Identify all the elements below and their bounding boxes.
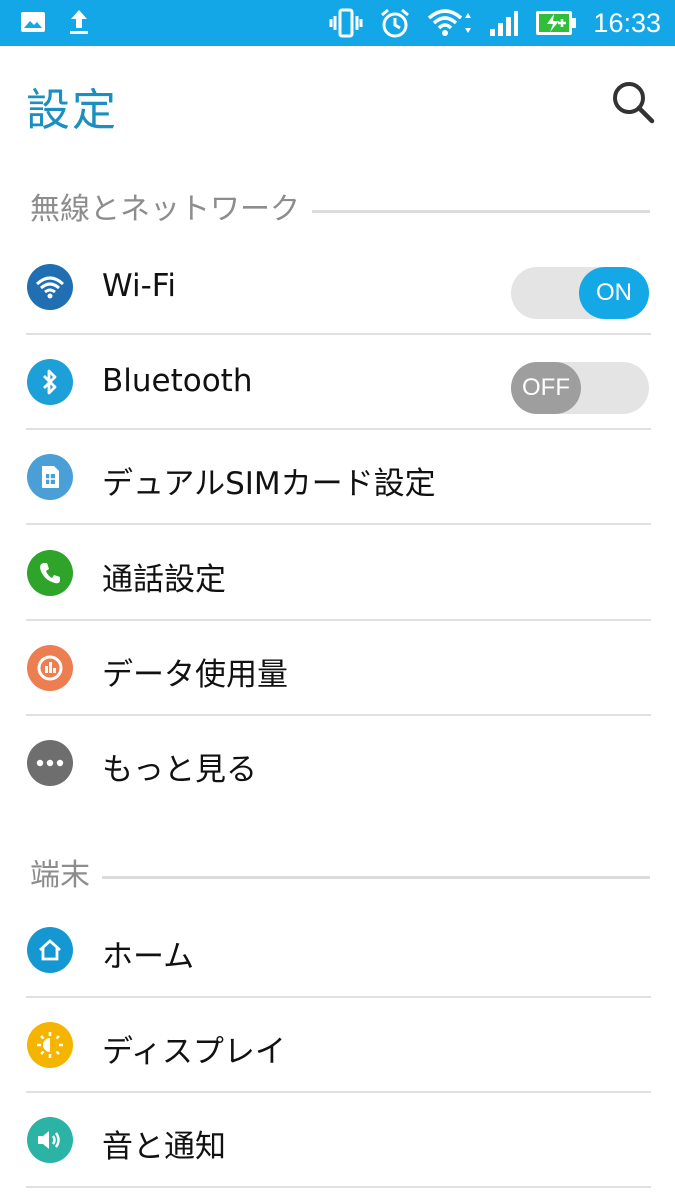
upload-icon	[68, 8, 90, 36]
bluetooth-toggle[interactable]: OFF	[511, 362, 649, 414]
status-bar: 16:33	[0, 0, 675, 46]
settings-item-label: Bluetooth	[102, 363, 253, 399]
sim-card-icon	[27, 454, 73, 500]
settings-item-more[interactable]: もっと見る	[0, 716, 675, 811]
toggle-state: OFF	[511, 362, 581, 414]
image-icon	[20, 11, 46, 33]
search-button[interactable]	[609, 78, 657, 126]
alarm-icon	[379, 7, 411, 39]
section-header-wireless: 無線とネットワーク	[30, 186, 650, 227]
settings-item-data-usage[interactable]: データ使用量	[0, 621, 675, 716]
bluetooth-icon	[27, 359, 73, 405]
wifi-icon	[427, 8, 473, 38]
more-icon	[27, 740, 73, 786]
settings-item-label: ディスプレイ	[102, 1034, 286, 1070]
settings-item-sound[interactable]: 音と通知	[0, 1093, 675, 1188]
wifi-icon	[27, 264, 73, 310]
display-icon	[27, 1022, 73, 1068]
section-label: 端末	[30, 858, 90, 893]
page-title: 設定	[26, 85, 118, 136]
divider	[26, 523, 651, 525]
settings-item-call[interactable]: 通話設定	[0, 526, 675, 621]
section-divider	[102, 875, 650, 879]
vibrate-icon	[329, 8, 363, 38]
settings-item-bluetooth[interactable]: Bluetooth OFF	[0, 335, 675, 430]
settings-item-home[interactable]: ホーム	[0, 903, 675, 998]
wifi-toggle[interactable]: ON	[511, 267, 649, 319]
settings-item-dual-sim[interactable]: デュアルSIMカード設定	[0, 430, 675, 525]
settings-item-label: ホーム	[102, 939, 195, 975]
data-usage-icon	[27, 645, 73, 691]
settings-item-label: もっと見る	[102, 752, 257, 788]
sound-icon	[27, 1117, 73, 1163]
settings-item-label: デュアルSIMカード設定	[102, 466, 436, 502]
home-icon	[27, 927, 73, 973]
app-header: 設定	[0, 46, 675, 156]
divider	[26, 1186, 651, 1188]
phone-icon	[27, 550, 73, 596]
status-time: 16:33	[593, 7, 661, 38]
section-divider	[312, 209, 650, 213]
settings-item-display[interactable]: ディスプレイ	[0, 998, 675, 1093]
toggle-state: ON	[579, 267, 649, 319]
section-label: 無線とネットワーク	[30, 192, 300, 227]
settings-item-label: 音と通知	[102, 1129, 226, 1165]
settings-item-label: 通話設定	[102, 562, 226, 598]
settings-item-label: データ使用量	[102, 657, 288, 693]
battery-charging-icon	[535, 10, 577, 36]
settings-item-wifi[interactable]: Wi-Fi ON	[0, 240, 675, 335]
settings-item-label: Wi-Fi	[102, 268, 176, 304]
signal-icon	[489, 9, 519, 37]
section-header-device: 端末	[30, 852, 650, 893]
search-icon	[613, 82, 655, 124]
